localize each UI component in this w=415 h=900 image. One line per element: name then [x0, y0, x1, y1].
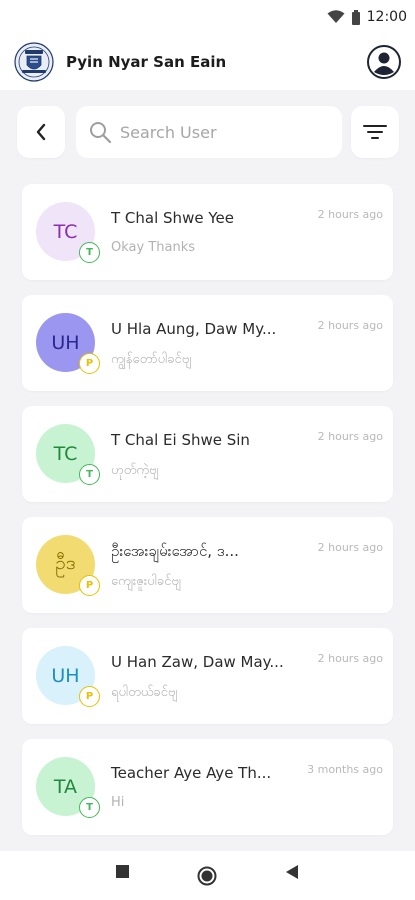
conversation-name: U Hla Aung, Daw My...: [111, 320, 277, 338]
search-placeholder: Search User: [120, 122, 217, 142]
back-nav-icon[interactable]: [286, 865, 299, 879]
wifi-icon: [327, 10, 345, 23]
message-preview: ရပါတယ်ခင်ဗျ: [111, 685, 178, 700]
message-time: 2 hours ago: [317, 430, 383, 443]
conversation-name: T Chal Shwe Yee: [111, 209, 234, 227]
school-logo-icon: [14, 42, 54, 82]
app-title: Pyin Nyar San Eain: [66, 53, 227, 71]
recents-icon[interactable]: [116, 865, 129, 878]
conversation-item[interactable]: ဦဒ P ဦးအေးချမ်းအောင်, ဒ... ကျေးဇူးပါခင်ဗ…: [22, 517, 393, 613]
conversation-item[interactable]: TC T T Chal Shwe Yee Okay Thanks 2 hours…: [22, 184, 393, 280]
search-icon: [90, 122, 112, 144]
message-preview: Hi: [111, 795, 125, 810]
search-input[interactable]: Search User: [76, 106, 342, 158]
conversation-item[interactable]: TC T T Chal Ei Shwe Sin ဟုတ်ကဲ့ဗျ 2 hour…: [22, 406, 393, 502]
conversation-name: Teacher Aye Aye Th...: [111, 764, 272, 782]
battery-icon: [351, 9, 360, 25]
message-preview: ကျေးဇူးပါခင်ဗျ: [111, 574, 181, 589]
message-preview: Okay Thanks: [111, 240, 196, 255]
message-preview: ကျွန်တော်ပါခင်ဗျ: [111, 352, 192, 367]
toolbar: Search User: [0, 106, 415, 160]
message-time: 2 hours ago: [317, 652, 383, 665]
chevron-left-icon: [36, 123, 46, 141]
filter-button[interactable]: [351, 106, 399, 158]
message-preview: ဟုတ်ကဲ့ဗျ: [111, 463, 159, 478]
conversation-item[interactable]: UH P U Han Zaw, Daw May... ရပါတယ်ခင်ဗျ 2…: [22, 628, 393, 724]
message-time: 2 hours ago: [317, 319, 383, 332]
conversation-item[interactable]: UH P U Hla Aung, Daw My... ကျွန်တော်ပါခင…: [22, 295, 393, 391]
home-icon[interactable]: [197, 866, 217, 886]
message-time: 2 hours ago: [317, 541, 383, 554]
conversation-item[interactable]: TA T Teacher Aye Aye Th... Hi 3 months a…: [22, 739, 393, 835]
role-badge: P: [79, 575, 100, 596]
role-badge: P: [79, 686, 100, 707]
status-time: 12:00: [366, 9, 407, 25]
conversation-name: T Chal Ei Shwe Sin: [111, 431, 250, 449]
status-bar: 12:00: [0, 0, 415, 34]
role-badge: T: [79, 797, 100, 818]
role-badge: P: [79, 353, 100, 374]
conversation-name: ဦးအေးချမ်းအောင်, ဒ...: [111, 542, 239, 560]
app-header: Pyin Nyar San Eain: [0, 34, 415, 90]
message-time: 2 hours ago: [317, 208, 383, 221]
conversation-name: U Han Zaw, Daw May...: [111, 653, 284, 671]
message-time: 3 months ago: [307, 763, 383, 776]
profile-avatar-icon[interactable]: [367, 45, 401, 79]
back-button[interactable]: [17, 106, 65, 158]
system-nav-bar: [0, 851, 415, 900]
role-badge: T: [79, 464, 100, 485]
filter-icon: [363, 125, 387, 139]
role-badge: T: [79, 242, 100, 263]
